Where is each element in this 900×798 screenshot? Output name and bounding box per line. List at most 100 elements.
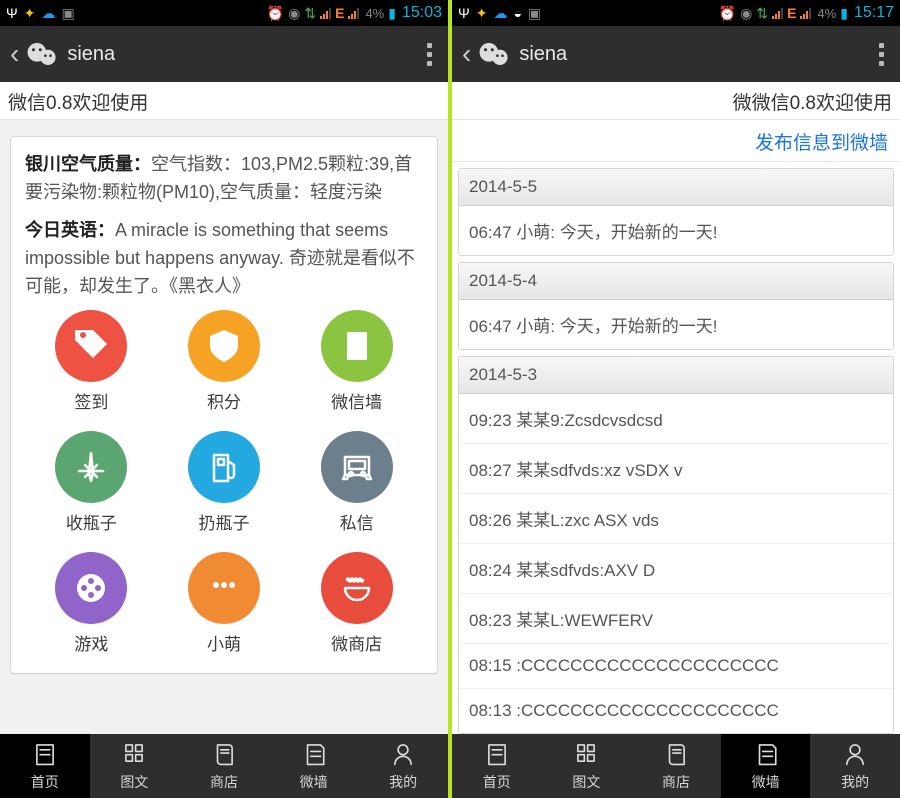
building-icon (321, 310, 393, 382)
phone-screen-wall: Ψ ✦ ☁ ◒ ▣ ⏰ ◉ ⇅ E 4% ▮ 15:17 ‹ siena 微微信… (452, 0, 900, 798)
english-label: 今日英语： (25, 220, 115, 240)
wall-row[interactable]: 08:13 :CCCCCCCCCCCCCCCCCCCCC (459, 689, 893, 733)
publish-link[interactable]: 发布信息到微墙 (755, 133, 888, 154)
app-icon: ◒ (513, 5, 521, 21)
note-icon (753, 740, 779, 769)
alarm-icon: ⏰ (267, 5, 284, 22)
nav-label: 图文 (120, 772, 148, 792)
nav-person[interactable]: 我的 (810, 734, 900, 798)
grid-item-3[interactable]: 收瓶子 (25, 431, 158, 534)
wall-row[interactable]: 08:15 :CCCCCCCCCCCCCCCCCCCCC (459, 644, 893, 689)
wechat-logo-icon (477, 40, 511, 68)
grid-item-8[interactable]: 微商店 (290, 552, 423, 655)
wechat-logo-icon (25, 40, 59, 68)
grid-item-label: 微信墙 (331, 388, 382, 413)
status-left-icons: Ψ ✦ ☁ ▣ (6, 5, 75, 22)
back-button[interactable]: ‹ (462, 38, 471, 70)
star-icon: ✦ (476, 5, 488, 22)
nav-tiles[interactable]: 图文 (90, 734, 180, 798)
grid-item-label: 小萌 (207, 630, 241, 655)
grid-item-0[interactable]: 签到 (25, 310, 158, 413)
nav-book[interactable]: 商店 (179, 734, 269, 798)
wall-row[interactable]: 09:23 某某9:Zcsdcvsdcsd (459, 394, 893, 444)
star-icon: ✦ (24, 5, 36, 22)
nav-label: 我的 (841, 772, 869, 792)
wifi-icon: ◉ (740, 5, 752, 22)
dots-icon (188, 552, 260, 624)
wall-row[interactable]: 08:23 某某L:WEWFERV (459, 594, 893, 644)
nav-home[interactable]: 首页 (452, 734, 542, 798)
wall-feed[interactable]: 2014-5-5 06:47 小萌: 今天，开始新的一天! 2014-5-4 0… (452, 162, 900, 734)
wall-date-header: 2014-5-3 (459, 357, 893, 394)
nav-person[interactable]: 我的 (358, 734, 448, 798)
signal-bars-2-icon (800, 7, 811, 19)
status-bar: Ψ ✦ ☁ ▣ ⏰ ◉ ⇅ E 4% ▮ 15:03 (0, 0, 448, 26)
grid-item-label: 微商店 (331, 630, 382, 655)
overflow-menu-button[interactable] (873, 43, 890, 66)
person-icon (842, 740, 868, 769)
nav-note[interactable]: 微墙 (269, 734, 359, 798)
titlebar-title: siena (519, 43, 873, 66)
nav-home[interactable]: 首页 (0, 734, 90, 798)
status-right-icons: ⏰ ◉ ⇅ E 4% ▮ 15:17 (719, 4, 894, 22)
marquee-banner: 微微信0.8欢迎使用 (452, 82, 900, 120)
titlebar: ‹ siena (452, 26, 900, 82)
wall-row[interactable]: 08:26 某某L:zxc ASX vds (459, 494, 893, 544)
grid-item-2[interactable]: 微信墙 (290, 310, 423, 413)
cat-icon: ☁ (493, 5, 507, 22)
wall-row[interactable]: 08:27 某某sdfvds:xz vSDX v (459, 444, 893, 494)
wall-row[interactable]: 08:24 某某sdfvds:AXV D (459, 544, 893, 594)
banner-text: 微微信0.8欢迎使用 (733, 88, 892, 115)
android-icon: ▣ (528, 5, 541, 22)
network-e-icon: E (335, 5, 344, 21)
compass-icon (55, 431, 127, 503)
back-button[interactable]: ‹ (10, 38, 19, 70)
nav-tiles[interactable]: 图文 (542, 734, 632, 798)
book-icon (663, 740, 689, 769)
phone-screen-home: Ψ ✦ ☁ ▣ ⏰ ◉ ⇅ E 4% ▮ 15:03 ‹ siena 微信0.8… (0, 0, 448, 798)
signal-bars-icon (320, 7, 331, 19)
bottom-nav: 首页 图文 商店 微墙 我的 (452, 734, 900, 798)
status-left-icons: Ψ ✦ ☁ ◒ ▣ (458, 5, 541, 22)
grid-item-6[interactable]: 游戏 (25, 552, 158, 655)
status-right-icons: ⏰ ◉ ⇅ E 4% ▮ 15:03 (267, 4, 442, 22)
nav-label: 首页 (31, 772, 59, 792)
info-card: 银川空气质量：空气指数：103,PM2.5颗粒:39,首要污染物:颗粒物(PM1… (10, 136, 438, 674)
nav-label: 商店 (210, 772, 238, 792)
nav-note[interactable]: 微墙 (721, 734, 811, 798)
grid-item-label: 游戏 (74, 630, 108, 655)
film-icon (55, 552, 127, 624)
overflow-menu-button[interactable] (421, 43, 438, 66)
home-icon (484, 740, 510, 769)
status-clock: 15:17 (854, 4, 894, 22)
wall-date-group: 2014-5-3 09:23 某某9:Zcsdcvsdcsd08:27 某某sd… (458, 356, 894, 734)
tag-icon (55, 310, 127, 382)
bus-icon (321, 431, 393, 503)
air-quality-line: 银川空气质量：空气指数：103,PM2.5颗粒:39,首要污染物:颗粒物(PM1… (25, 151, 423, 207)
home-icon (32, 740, 58, 769)
grid-item-7[interactable]: 小萌 (158, 552, 291, 655)
titlebar: ‹ siena (0, 26, 448, 82)
android-icon: ▣ (61, 5, 74, 22)
grid-item-5[interactable]: 私信 (290, 431, 423, 534)
grid-item-4[interactable]: 扔瓶子 (158, 431, 291, 534)
wall-row[interactable]: 06:47 小萌: 今天，开始新的一天! (459, 300, 893, 349)
fuel-icon (188, 431, 260, 503)
battery-percent: 4% (365, 6, 384, 21)
marquee-banner: 微信0.8欢迎使用 (0, 82, 448, 120)
grid-item-label: 收瓶子 (66, 509, 117, 534)
battery-icon: ▮ (840, 5, 848, 22)
grid-item-label: 积分 (207, 388, 241, 413)
nav-label: 商店 (662, 772, 690, 792)
usb-icon: Ψ (458, 5, 470, 21)
nav-book[interactable]: 商店 (631, 734, 721, 798)
status-clock: 15:03 (402, 4, 442, 22)
grid-item-label: 私信 (340, 509, 374, 534)
usb-icon: Ψ (6, 5, 18, 21)
english-line: 今日英语：A miracle is something that seems i… (25, 217, 423, 301)
cat-icon: ☁ (41, 5, 55, 22)
grid-item-1[interactable]: 积分 (158, 310, 291, 413)
alarm-icon: ⏰ (719, 5, 736, 22)
publish-bar: 发布信息到微墙 (452, 120, 900, 162)
wall-row[interactable]: 06:47 小萌: 今天，开始新的一天! (459, 206, 893, 255)
